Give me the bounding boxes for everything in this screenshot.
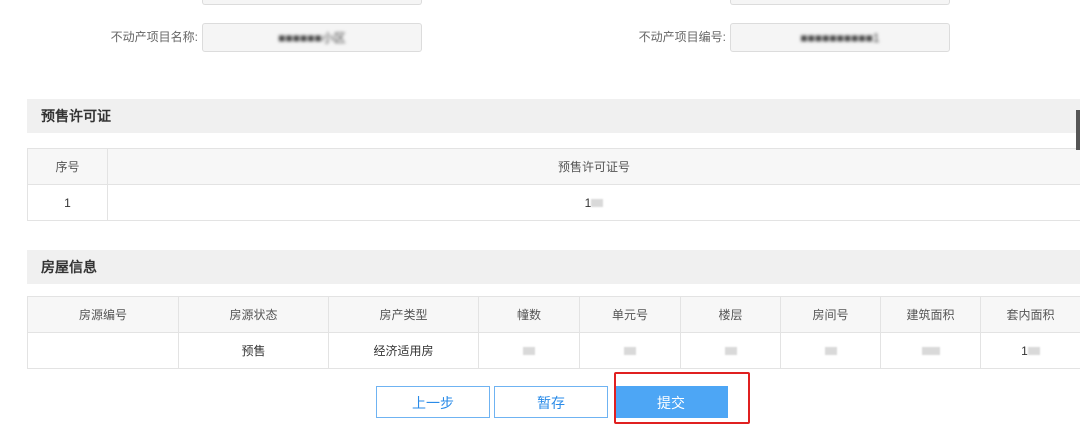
- redaction-mask: [724, 347, 737, 356]
- presale-section-header: 预售许可证: [27, 99, 1080, 133]
- cell-license-no-value: 1: [584, 195, 592, 210]
- cell-inner-area: 1: [980, 332, 1080, 369]
- save-draft-button[interactable]: 暂存: [494, 386, 608, 418]
- project-number-label: 不动产项目编号:: [638, 30, 726, 44]
- cell-status: 预售: [178, 332, 329, 369]
- column-header-unit: 单元号: [579, 296, 681, 333]
- table-row: 1 1: [27, 184, 1080, 221]
- cell-floor: [680, 332, 781, 369]
- redaction-mask: [523, 347, 535, 356]
- cell-index: 1: [27, 184, 108, 221]
- project-name-label: 不动产项目名称:: [110, 30, 198, 44]
- redaction-mask: [591, 199, 604, 208]
- cell-unit: [579, 332, 681, 369]
- table-row: 预售 经济适用房 1: [27, 332, 1080, 369]
- cell-building: [478, 332, 580, 369]
- column-header-room: 房间号: [780, 296, 881, 333]
- scrollbar-edge[interactable]: [1076, 110, 1080, 150]
- cell-source-no: [27, 332, 179, 369]
- column-header-inner-area: 套内面积: [980, 296, 1080, 333]
- redaction-mask: [1027, 347, 1040, 356]
- column-header-floor: 楼层: [680, 296, 781, 333]
- redaction-mask: [921, 347, 940, 356]
- field-stub-right: [730, 0, 950, 5]
- project-number-value: ■■■■■■■■■■1: [800, 31, 880, 45]
- cell-area: [880, 332, 981, 369]
- previous-step-button[interactable]: 上一步: [376, 386, 490, 418]
- presale-license-table: 序号 预售许可证号 1 1: [27, 148, 1080, 221]
- house-section-header: 房屋信息: [27, 250, 1080, 284]
- project-number-field[interactable]: ■■■■■■■■■■1: [730, 23, 950, 52]
- column-header-status: 房源状态: [178, 296, 329, 333]
- submit-highlight-frame: [614, 372, 750, 424]
- column-header-building: 幢数: [478, 296, 580, 333]
- table-header-row: 房源编号 房源状态 房产类型 幢数 单元号 楼层 房间号 建筑面积 套内面积: [27, 296, 1080, 333]
- field-stub-left: [202, 0, 422, 5]
- cell-license-no: 1: [107, 184, 1080, 221]
- project-name-value: ■■■■■■小区: [278, 31, 346, 45]
- column-header-index: 序号: [27, 148, 108, 185]
- redaction-mask: [624, 347, 636, 356]
- cell-index-value: 1: [64, 195, 71, 210]
- column-header-type: 房产类型: [328, 296, 479, 333]
- cell-inner-area-value: 1: [1021, 343, 1028, 358]
- table-header-row: 序号 预售许可证号: [27, 148, 1080, 185]
- redaction-mask: [824, 347, 837, 356]
- cell-type: 经济适用房: [328, 332, 479, 369]
- column-header-source-no: 房源编号: [27, 296, 179, 333]
- house-info-table: 房源编号 房源状态 房产类型 幢数 单元号 楼层 房间号 建筑面积 套内面积 预…: [27, 296, 1080, 369]
- column-header-area: 建筑面积: [880, 296, 981, 333]
- cell-room: [780, 332, 881, 369]
- project-name-field[interactable]: ■■■■■■小区: [202, 23, 422, 52]
- column-header-license-no: 预售许可证号: [107, 148, 1080, 185]
